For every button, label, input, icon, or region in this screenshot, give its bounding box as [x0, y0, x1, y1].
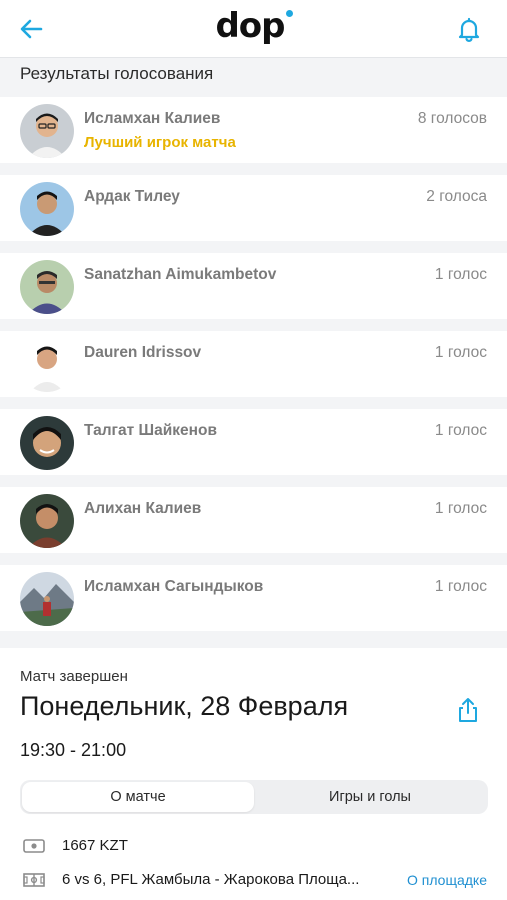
avatar [20, 338, 74, 392]
avatar [20, 104, 74, 158]
vote-row[interactable]: Исламхан Сагындыков 1 голос [0, 565, 507, 631]
avatar [20, 416, 74, 470]
vote-count: 1 голос [434, 344, 487, 361]
field-icon [23, 873, 45, 887]
app-logo: dop [0, 6, 507, 46]
match-tabs: О матче Игры и голы [20, 780, 488, 814]
venue-text: 6 vs 6, PFL Жамбыла - Жарокова Площа... [62, 871, 360, 888]
venue-row: 6 vs 6, PFL Жамбыла - Жарокова Площа... … [20, 869, 487, 891]
player-name: Исламхан Сагындыков [84, 578, 264, 595]
venue-details-link[interactable]: О площадке [407, 872, 487, 888]
avatar [20, 260, 74, 314]
vote-count: 1 голос [434, 266, 487, 283]
bell-icon [458, 17, 480, 42]
match-time: 19:30 - 21:00 [20, 740, 127, 760]
vote-row[interactable]: Талгат Шайкенов 1 голос [0, 409, 507, 475]
vote-count: 1 голос [434, 500, 487, 517]
vote-row[interactable]: Исламхан Калиев 8 голосов Лучший игрок м… [0, 97, 507, 163]
match-status: Матч завершен [20, 668, 128, 685]
money-icon [23, 839, 45, 853]
notifications-button[interactable] [453, 13, 485, 45]
vote-count: 1 голос [434, 578, 487, 595]
player-name: Исламхан Калиев [84, 110, 221, 127]
price-row: 1667 KZT [20, 835, 487, 857]
vote-row[interactable]: Dauren Idrissov 1 голос [0, 331, 507, 397]
player-name: Ардак Тилеу [84, 188, 180, 205]
avatar [20, 182, 74, 236]
vote-count: 2 голоса [426, 188, 487, 205]
avatar [20, 572, 74, 626]
vote-row[interactable]: Sanatzhan Aimukambetov 1 голос [0, 253, 507, 319]
section-title: Результаты голосования [20, 64, 214, 83]
player-name: Sanatzhan Aimukambetov [84, 266, 277, 283]
vote-row[interactable]: Ардак Тилеу 2 голоса [0, 175, 507, 241]
vote-results-list: Исламхан Калиев 8 голосов Лучший игрок м… [0, 97, 507, 643]
price-text: 1667 KZT [62, 837, 128, 854]
share-icon [459, 698, 477, 722]
top-app-bar: dop [0, 0, 507, 58]
tab-about-match[interactable]: О матче [22, 782, 254, 812]
vote-count: 1 голос [434, 422, 487, 439]
vote-row[interactable]: Алихан Калиев 1 голос [0, 487, 507, 553]
share-button[interactable] [455, 696, 481, 724]
tab-games-and-goals[interactable]: Игры и голы [254, 782, 486, 812]
best-player-badge: Лучший игрок матча [84, 134, 236, 151]
player-name: Алихан Калиев [84, 500, 202, 517]
player-name: Талгат Шайкенов [84, 422, 217, 439]
match-date: Понедельник, 28 Февраля [20, 691, 349, 721]
avatar [20, 494, 74, 548]
vote-count: 8 голосов [417, 110, 487, 127]
player-name: Dauren Idrissov [84, 344, 202, 361]
match-info-card: Матч завершен Понедельник, 28 Февраля 19… [0, 648, 507, 900]
